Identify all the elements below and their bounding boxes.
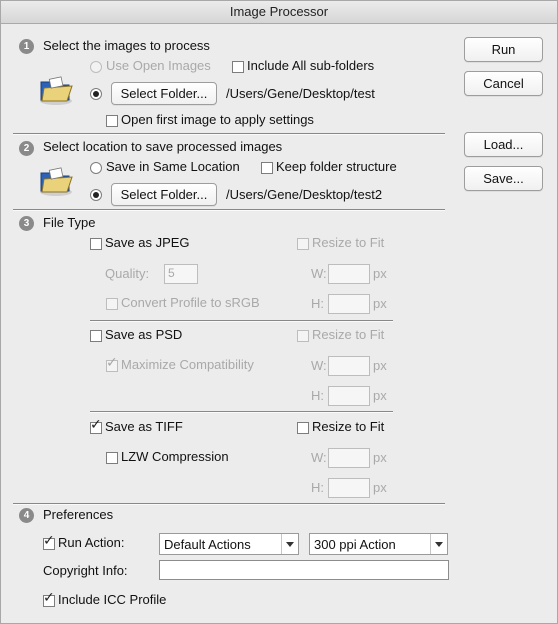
divider — [13, 209, 445, 211]
save-as-psd-label: Save as PSD — [105, 327, 183, 342]
cancel-button[interactable]: Cancel — [464, 71, 543, 96]
section-2-title: Select location to save processed images — [43, 139, 283, 154]
action-set-select[interactable]: Default Actions — [159, 533, 299, 555]
open-first-image-checkbox[interactable] — [106, 115, 118, 127]
psd-width-input[interactable] — [328, 356, 370, 376]
jpeg-quality-input[interactable]: 5 — [164, 264, 198, 284]
jpeg-resize-label: Resize to Fit — [312, 235, 385, 250]
save-as-tiff-check: ✓ — [90, 417, 102, 433]
save-same-location-radio[interactable] — [90, 162, 102, 174]
jpeg-width-input[interactable] — [328, 264, 370, 284]
copyright-label: Copyright Info: — [43, 563, 128, 578]
convert-profile-checkbox[interactable] — [106, 298, 118, 310]
save-folder-icon — [40, 167, 73, 196]
psd-resize-checkbox[interactable] — [297, 330, 309, 342]
save-as-psd-checkbox[interactable] — [90, 330, 102, 342]
save-button[interactable]: Save... — [464, 166, 543, 191]
jpeg-height-label: H: — [311, 296, 324, 311]
section-3-number: 3 — [19, 216, 34, 231]
keep-folder-structure-label: Keep folder structure — [276, 159, 397, 174]
jpeg-height-input[interactable] — [328, 294, 370, 314]
use-open-images-radio[interactable] — [90, 61, 102, 73]
select-source-folder-button[interactable]: Select Folder... — [111, 82, 217, 105]
lzw-compression-checkbox[interactable] — [106, 452, 118, 464]
maximize-compat-check: ✓ — [106, 355, 118, 371]
jpeg-height-unit: px — [373, 296, 387, 311]
run-action-check: ✓ — [43, 533, 55, 549]
destination-folder-path: /Users/Gene/Desktop/test2 — [226, 187, 383, 202]
tiff-width-input[interactable] — [328, 448, 370, 468]
image-processor-dialog: Image Processor Run Cancel Load... Save.… — [0, 0, 558, 624]
jpeg-width-unit: px — [373, 266, 387, 281]
section-3-title: File Type — [43, 215, 96, 230]
action-set-value: Default Actions — [164, 537, 251, 552]
keep-folder-structure-checkbox[interactable] — [261, 162, 273, 174]
include-icc-checkbox[interactable]: ✓ — [43, 591, 55, 607]
chevron-down-icon — [430, 534, 447, 554]
section-1-number: 1 — [19, 39, 34, 54]
tiff-height-input[interactable] — [328, 478, 370, 498]
jpeg-resize-checkbox[interactable] — [297, 238, 309, 250]
run-action-checkbox[interactable]: ✓ — [43, 534, 55, 550]
tiff-height-unit: px — [373, 480, 387, 495]
psd-resize-label: Resize to Fit — [312, 327, 385, 342]
psd-height-input[interactable] — [328, 386, 370, 406]
divider — [13, 133, 445, 135]
jpeg-quality-value: 5 — [168, 266, 175, 280]
select-destination-folder-button[interactable]: Select Folder... — [111, 183, 217, 206]
include-subfolders-checkbox[interactable] — [232, 61, 244, 73]
divider — [90, 320, 393, 322]
open-first-image-label: Open first image to apply settings — [121, 112, 314, 127]
tiff-width-label: W: — [311, 450, 327, 465]
section-2-number: 2 — [19, 141, 34, 156]
save-as-tiff-checkbox[interactable]: ✓ — [90, 418, 102, 434]
maximize-compat-label: Maximize Compatibility — [121, 357, 254, 372]
divider — [13, 503, 445, 505]
chevron-down-icon — [281, 534, 298, 554]
save-as-tiff-label: Save as TIFF — [105, 419, 183, 434]
copyright-input[interactable] — [159, 560, 449, 580]
window-title: Image Processor — [1, 1, 557, 24]
psd-height-label: H: — [311, 388, 324, 403]
jpeg-quality-label: Quality: — [105, 266, 150, 281]
action-value: 300 ppi Action — [314, 537, 396, 552]
psd-width-unit: px — [373, 358, 387, 373]
source-folder-path: /Users/Gene/Desktop/test — [226, 86, 375, 101]
tiff-height-label: H: — [311, 480, 324, 495]
section-4-title: Preferences — [43, 507, 114, 522]
tiff-resize-label: Resize to Fit — [312, 419, 385, 434]
save-as-jpeg-label: Save as JPEG — [105, 235, 190, 250]
lzw-compression-label: LZW Compression — [121, 449, 229, 464]
include-icc-label: Include ICC Profile — [58, 592, 167, 607]
run-button[interactable]: Run — [464, 37, 543, 62]
jpeg-width-label: W: — [311, 266, 327, 281]
include-subfolders-label: Include All sub-folders — [247, 58, 375, 73]
include-icc-check: ✓ — [43, 590, 55, 606]
save-same-location-label: Save in Same Location — [106, 159, 240, 174]
tiff-width-unit: px — [373, 450, 387, 465]
tiff-resize-checkbox[interactable] — [297, 422, 309, 434]
psd-height-unit: px — [373, 388, 387, 403]
section-4-number: 4 — [19, 508, 34, 523]
divider — [90, 411, 393, 413]
action-select[interactable]: 300 ppi Action — [309, 533, 448, 555]
select-folder-radio[interactable] — [90, 88, 102, 100]
run-action-label: Run Action: — [58, 535, 125, 550]
use-open-images-label: Use Open Images — [106, 58, 211, 73]
convert-profile-label: Convert Profile to sRGB — [121, 295, 260, 310]
section-1-title: Select the images to process — [43, 38, 210, 53]
load-button[interactable]: Load... — [464, 132, 543, 157]
select-destination-radio[interactable] — [90, 189, 102, 201]
save-as-jpeg-checkbox[interactable] — [90, 238, 102, 250]
open-folder-icon — [40, 76, 73, 105]
maximize-compat-checkbox[interactable]: ✓ — [106, 356, 118, 372]
psd-width-label: W: — [311, 358, 327, 373]
